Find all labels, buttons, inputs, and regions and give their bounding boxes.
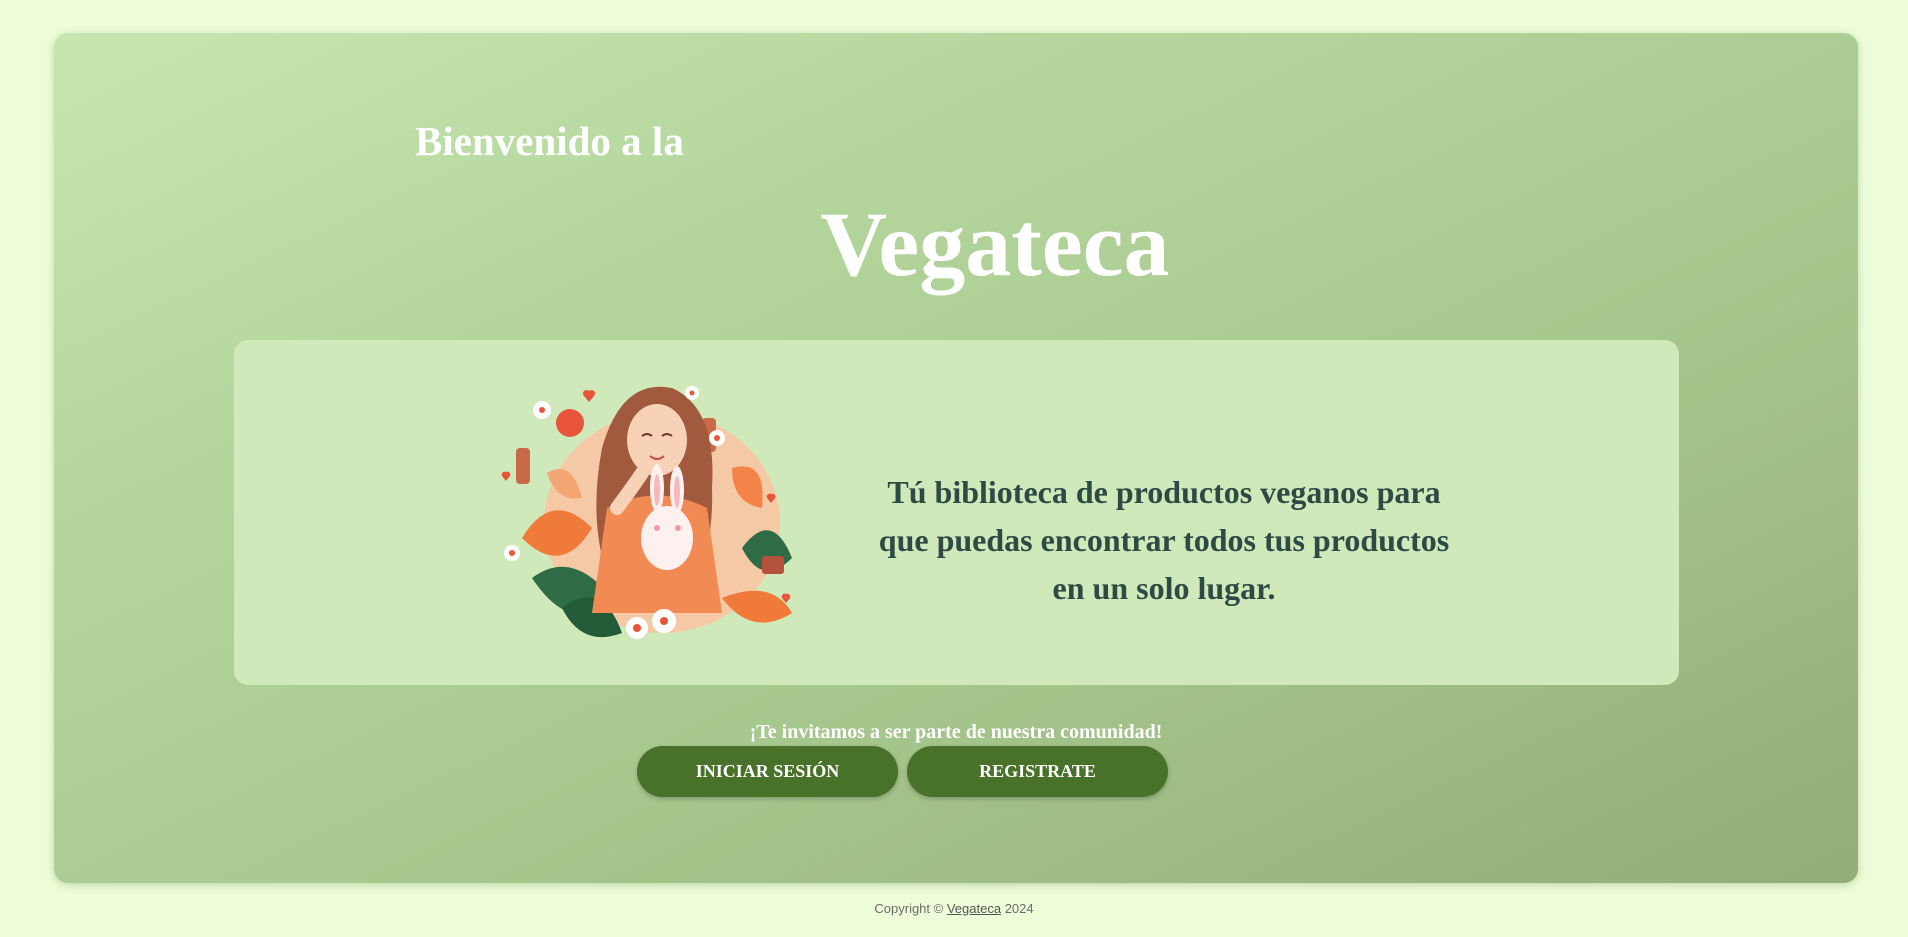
welcome-heading: Bienvenido a la bbox=[415, 118, 684, 164]
intro-card: Tú biblioteca de productos veganos para … bbox=[234, 340, 1679, 685]
login-button[interactable]: INICIAR SESIÓN bbox=[637, 746, 898, 797]
footer-brand-link[interactable]: Vegateca bbox=[947, 901, 1001, 916]
footer-copyright: Copyright © bbox=[874, 901, 944, 916]
brand-title: Vegateca bbox=[54, 191, 1858, 297]
footer: Copyright © Vegateca 2024 bbox=[0, 901, 1908, 916]
woman-with-bunny-illustration bbox=[501, 386, 792, 639]
tagline: Tú biblioteca de productos veganos para … bbox=[844, 468, 1484, 612]
invite-text: ¡Te invitamos a ser parte de nuestra com… bbox=[749, 721, 1163, 743]
tagline-line: que puedas encontrar todos tus productos bbox=[878, 522, 1450, 558]
tagline-line: en un solo lugar. bbox=[1052, 570, 1276, 606]
footer-year: 2024 bbox=[1004, 901, 1034, 916]
tagline-line: Tú biblioteca de productos veganos para bbox=[887, 474, 1441, 510]
brand-title-text: Vegateca bbox=[820, 193, 1170, 295]
register-button[interactable]: REGISTRATE bbox=[907, 746, 1168, 797]
